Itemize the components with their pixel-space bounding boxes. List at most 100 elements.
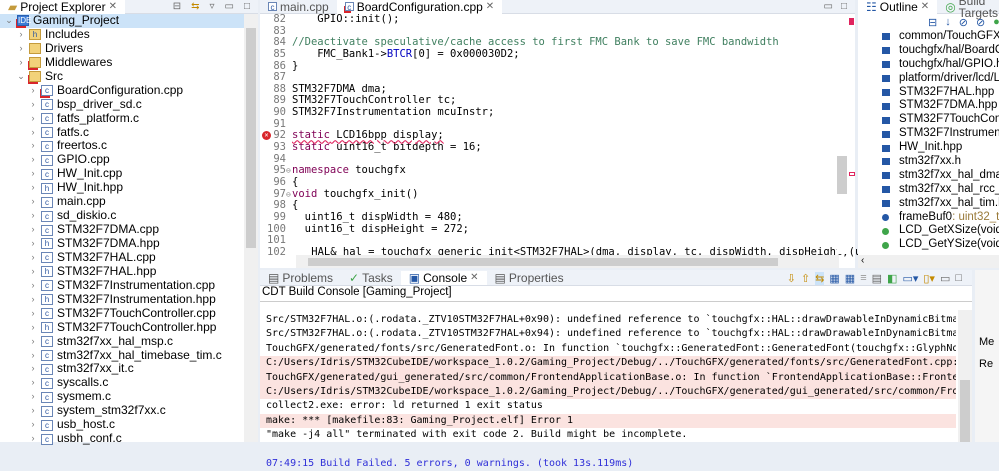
editor-vertical-scrollbar[interactable]	[837, 14, 847, 254]
outline-item[interactable]: touchgfx/hal/GPIO.hpp	[858, 58, 999, 72]
code-line[interactable]: 93 static uint16_t bitdepth = 16;	[260, 141, 839, 154]
close-icon[interactable]: ✕	[109, 1, 117, 13]
tree-item[interactable]: › c bsp_driver_sd.c	[0, 97, 244, 112]
annotation-marker[interactable]	[849, 172, 855, 176]
chevron-right-icon[interactable]: ›	[28, 418, 38, 432]
chevron-right-icon[interactable]: ›	[28, 195, 38, 209]
outline-item[interactable]: LCD_GetXSize(void) : uint16_t	[858, 224, 999, 238]
chevron-right-icon[interactable]: ›	[28, 293, 38, 307]
scroll-up-icon[interactable]: ⇧	[801, 272, 810, 285]
chevron-right-icon[interactable]: ›	[28, 181, 38, 195]
outline-item[interactable]: common/TouchGFXInit.hpp	[858, 30, 999, 44]
minimize-icon[interactable]: ▭	[225, 1, 234, 13]
code-line[interactable]: 95 ⊖ namespace touchgfx	[260, 165, 839, 177]
chevron-down-icon[interactable]: ⌄	[16, 70, 26, 84]
chevron-right-icon[interactable]: ›	[28, 362, 38, 376]
collapse-all-icon[interactable]: ⊟	[173, 1, 181, 13]
tree-item[interactable]: › c STM32F7HAL.cpp	[0, 250, 244, 265]
outline-item[interactable]: platform/driver/lcd/LCD16bpp.hpp	[858, 72, 999, 86]
hide-fields-icon[interactable]: ⊘	[959, 16, 968, 29]
tab-build-targets[interactable]: ◎ Build Targets	[937, 0, 999, 19]
close-icon[interactable]: ✕	[486, 1, 494, 13]
hide-static-icon[interactable]: ⊘	[976, 16, 985, 29]
tree-item[interactable]: › c BoardConfiguration.cpp	[0, 83, 244, 98]
tab-main-cpp[interactable]: c main.cpp	[260, 0, 337, 14]
open-console-icon[interactable]: ▯▾	[923, 272, 935, 285]
error-overview-marker[interactable]	[849, 18, 854, 25]
chevron-right-icon[interactable]: ›	[28, 349, 38, 363]
tab-board-configuration-cpp[interactable]: c BoardConfiguration.cpp ✕	[336, 0, 503, 14]
tree-item[interactable]: › c fatfs.c	[0, 125, 244, 140]
outline-item[interactable]: stm32f7xx_hal_tim.h	[858, 197, 999, 211]
sort-icon[interactable]: ↓	[945, 16, 951, 29]
outline-item[interactable]: stm32f7xx.h	[858, 155, 999, 169]
scroll-lock-icon[interactable]: ⇆	[815, 272, 825, 285]
outline-item[interactable]: STM32F7Instrumentation.hpp	[858, 127, 999, 141]
outline-item[interactable]: stm32f7xx_hal_dma.h	[858, 169, 999, 183]
tab-properties[interactable]: ▤ Properties	[487, 271, 572, 285]
tree-item[interactable]: › c STM32F7DMA.cpp	[0, 222, 244, 237]
editor-horizontal-scrollbar[interactable]	[296, 255, 839, 268]
clear-console-icon[interactable]: ▦	[829, 272, 839, 285]
link-editor-icon[interactable]: ⇆	[191, 1, 199, 13]
minimize-icon[interactable]: ▭	[940, 272, 950, 285]
tree-item[interactable]: › c HW_Init.cpp	[0, 166, 244, 181]
tree-item[interactable]: › h STM32F7Instrumentation.hpp	[0, 292, 244, 307]
tree-item[interactable]: › c sysmem.c	[0, 389, 244, 404]
chevron-right-icon[interactable]: ›	[28, 404, 38, 418]
outline-item[interactable]: HW_Init.hpp	[858, 141, 999, 155]
code-line[interactable]: 99 uint16_t dispWidth = 480;	[260, 211, 839, 224]
tree-item[interactable]: › c freertos.c	[0, 138, 244, 153]
chevron-right-icon[interactable]: ›	[28, 335, 38, 349]
chevron-right-icon[interactable]: ›	[28, 98, 38, 112]
tree-item[interactable]: ⌄ IDE Gaming_Project	[0, 13, 244, 28]
chevron-right-icon[interactable]: ›	[28, 223, 38, 237]
outline-item[interactable]: LCD_GetYSize(void) : uint16_t	[858, 238, 999, 252]
code-line[interactable]: 96{	[260, 176, 839, 189]
tree-item[interactable]: › c STM32F7Instrumentation.cpp	[0, 278, 244, 293]
chevron-right-icon[interactable]: ›	[28, 167, 38, 181]
chevron-right-icon[interactable]: ›	[28, 390, 38, 404]
chevron-right-icon[interactable]: ›	[28, 376, 38, 390]
chevron-right-icon[interactable]: ›	[28, 265, 38, 279]
chevron-right-icon[interactable]: ›	[28, 307, 38, 321]
tab-problems[interactable]: ▤ Problems	[260, 271, 341, 285]
outline-item[interactable]: STM32F7DMA.hpp	[858, 99, 999, 113]
chevron-right-icon[interactable]: ›	[16, 42, 26, 56]
chevron-right-icon[interactable]: ›	[28, 84, 38, 98]
tree-item[interactable]: › c usb_host.c	[0, 417, 244, 432]
chevron-right-icon[interactable]: ›	[28, 432, 38, 446]
tab-project-explorer[interactable]: ▰ Project Explorer ✕	[0, 0, 125, 14]
tree-item[interactable]: › Middlewares	[0, 55, 244, 70]
tree-item[interactable]: › c STM32F7TouchController.cpp	[0, 306, 244, 321]
close-icon[interactable]: ✕	[470, 272, 478, 284]
tree-item[interactable]: › c sd_diskio.c	[0, 208, 244, 223]
tree-item[interactable]: › h STM32F7TouchController.hpp	[0, 320, 244, 335]
tree-item[interactable]: › h Includes	[0, 27, 244, 42]
pin-icon[interactable]: ▤	[872, 272, 882, 285]
code-line[interactable]: 85 FMC_Bank1->BTCR[0] = 0x000030D2;	[260, 48, 839, 61]
maximize-icon[interactable]: □	[955, 272, 962, 285]
chevron-down-icon[interactable]: ⌄	[4, 14, 14, 28]
tree-item[interactable]: › c fatfs_platform.c	[0, 111, 244, 126]
tab-outline[interactable]: ☷ Outline ✕	[858, 0, 938, 14]
console-output[interactable]: Src/STM32F7HAL.o:(.rodata._ZTV10STM32F7H…	[260, 313, 956, 471]
chevron-right-icon[interactable]: ›	[16, 28, 26, 42]
display-console-icon[interactable]: ▭▾	[902, 272, 918, 285]
tree-item[interactable]: › Drivers	[0, 41, 244, 56]
chevron-right-icon[interactable]: ›	[28, 153, 38, 167]
tab-tasks[interactable]: ✓ Tasks	[341, 271, 401, 285]
tree-item[interactable]: › h HW_Init.hpp	[0, 180, 244, 195]
console-scrollbar[interactable]	[958, 310, 972, 442]
view-menu-icon[interactable]: ▿	[209, 1, 214, 13]
chevron-right-icon[interactable]: ›	[28, 112, 38, 126]
minimize-icon[interactable]: ▭	[824, 1, 833, 13]
word-wrap-icon[interactable]: ≡	[860, 272, 866, 285]
tree-item[interactable]: › c system_stm32f7xx.c	[0, 403, 244, 418]
chevron-right-icon[interactable]: ›	[28, 126, 38, 140]
outline-horizontal-scrollbar[interactable]: ‹	[858, 255, 999, 268]
code-area[interactable]: 82 GPIO::init(); 83 84//Deactivate specula…	[260, 13, 893, 258]
new-console-icon[interactable]: ◧	[887, 272, 897, 285]
chevron-right-icon[interactable]: ›	[28, 251, 38, 265]
tree-item[interactable]: › h STM32F7DMA.hpp	[0, 236, 244, 251]
